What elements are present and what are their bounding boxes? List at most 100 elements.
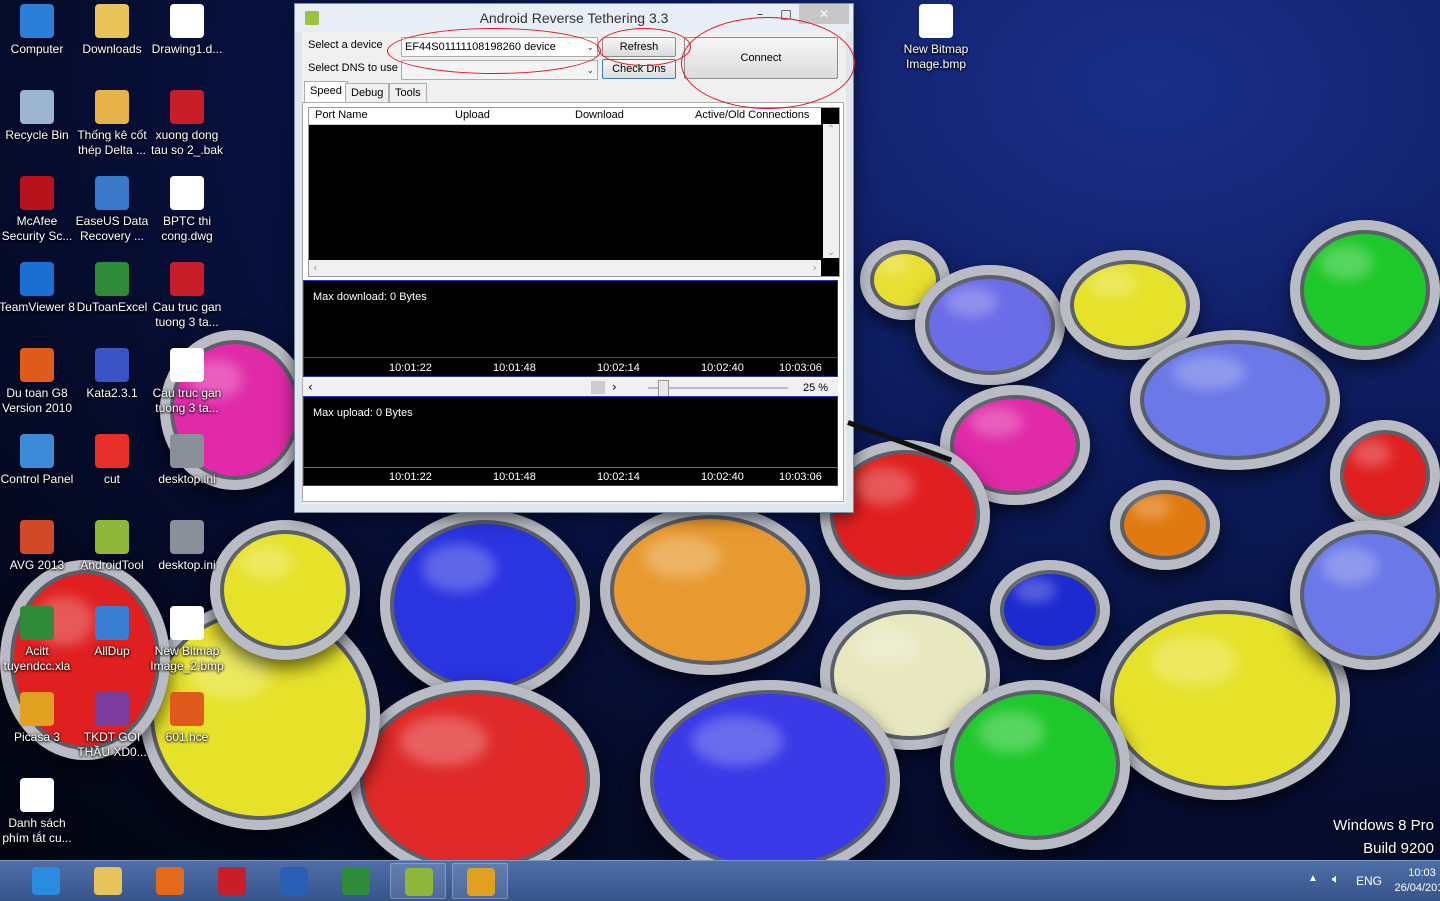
taskbar-button[interactable] [142, 863, 198, 899]
zoom-slider-track [648, 387, 788, 389]
desktop-icon[interactable]: New Bitmap Image_2.bmp [149, 606, 225, 674]
time-label: 10:03:06 [779, 471, 822, 483]
firefox-icon [156, 867, 184, 895]
desktop-icon[interactable]: Picasa 3 [0, 692, 75, 745]
scroll-right-icon[interactable]: › [813, 261, 817, 274]
desktop-icon[interactable]: TeamViewer 8 [0, 262, 75, 315]
zoom-slider-thumb[interactable] [658, 380, 669, 397]
alldup-icon [95, 606, 129, 640]
taskbar-button[interactable] [266, 863, 322, 899]
taskbar-button[interactable] [328, 863, 384, 899]
desktop-icon[interactable]: cut [74, 434, 150, 487]
check-dns-button[interactable]: Check Dns [602, 59, 676, 79]
desktop-icon-label: desktop.ini [158, 558, 216, 572]
zoom-slider[interactable] [648, 380, 788, 397]
time-label: 10:01:48 [493, 362, 536, 374]
android-icon [405, 868, 433, 896]
scroll-left-icon[interactable]: ‹ [308, 380, 313, 394]
grid-vertical-scrollbar[interactable]: ⌃ ⌄ [823, 124, 839, 258]
maximize-button[interactable]: □ [773, 4, 799, 24]
paint-can [600, 505, 820, 675]
input-language[interactable]: ENG [1356, 874, 1382, 888]
desktop-icon[interactable]: McAfee Security Sc... [0, 176, 75, 244]
zoom-value: 25 % [803, 382, 829, 394]
taskbar-button[interactable] [80, 863, 136, 899]
upload-graph: Max upload: 0 Bytes 10:01:22 10:01:48 10… [303, 396, 838, 486]
excel-shortcut-icon [95, 262, 129, 296]
scroll-right-icon[interactable]: › [612, 380, 617, 394]
clock-date: 26/04/2013 [1394, 882, 1440, 894]
refresh-button[interactable]: Refresh [602, 37, 676, 57]
desktop-icon[interactable]: Cau truc gan tuong 3 ta... [149, 348, 225, 416]
time-label: 10:02:14 [597, 471, 640, 483]
taskbar: ▲ 🔈︎ ENG 10:03 26/04/2013 [0, 860, 1440, 901]
title-bar[interactable]: Android Reverse Tethering 3.3 – □ ✕ [295, 4, 853, 32]
connections-grid[interactable]: Port Name Upload Download Active/Old Con… [308, 107, 840, 277]
volume-icon[interactable]: 🔈︎ [1332, 871, 1340, 887]
du-toan-icon [20, 348, 54, 382]
avg-icon [20, 520, 54, 554]
desktop-icon-label: Picasa 3 [13, 730, 61, 744]
desktop-icon[interactable]: DuToanExcel [74, 262, 150, 315]
tab-tools[interactable]: Tools [389, 83, 427, 102]
taskbar-button[interactable] [18, 863, 74, 899]
excel-addin-icon [20, 606, 54, 640]
dns-select[interactable]: ⌄ [401, 60, 598, 80]
close-button[interactable]: ✕ [799, 4, 849, 24]
desktop-icon[interactable]: 601.hce [149, 692, 225, 745]
connect-button[interactable]: Connect [684, 37, 838, 79]
select-device-label: Select a device [308, 39, 383, 51]
desktop-icon[interactable]: Thống kê cốt thép Delta ... [74, 90, 150, 158]
desktop-icon[interactable]: New Bitmap Image.bmp [898, 4, 974, 72]
taskbar-button[interactable] [390, 863, 446, 899]
desktop-icon[interactable]: xuong dong tau so 2_.bak [149, 90, 225, 158]
app-window[interactable]: Android Reverse Tethering 3.3 – □ ✕ Sele… [294, 3, 855, 513]
autocad-icon [170, 262, 204, 296]
hce-file-icon [170, 692, 204, 726]
paint-can [380, 510, 590, 700]
desktop-icon[interactable]: TKDT GÓI THẦU XD0... [74, 692, 150, 760]
show-hidden-icons-icon[interactable]: ▲ [1308, 873, 1318, 884]
taskbar-button[interactable] [452, 863, 508, 899]
taskbar-button[interactable] [204, 863, 260, 899]
minimize-button[interactable]: – [747, 4, 773, 24]
scroll-up-icon[interactable]: ⌃ [823, 124, 839, 135]
desktop-icon-label: Kata2.3.1 [86, 386, 138, 400]
desktop-icon[interactable]: Drawing1.d... [149, 4, 225, 57]
desktop-icon[interactable]: Kata2.3.1 [74, 348, 150, 401]
desktop-icon[interactable]: Control Panel [0, 434, 75, 487]
clock[interactable]: 10:03 26/04/2013 [1390, 866, 1440, 896]
desktop-icon[interactable]: desktop.ini [149, 434, 225, 487]
paint-can [1290, 520, 1440, 670]
desktop-icon[interactable]: Recycle Bin [0, 90, 75, 143]
desktop-icon[interactable]: EaseUS Data Recovery ... [74, 176, 150, 244]
desktop-icon-label: Du toan G8 Version 2010 [1, 386, 73, 415]
desktop-icon[interactable]: desktop.ini [149, 520, 225, 573]
desktop-icon[interactable]: Cau truc gan tuong 3 ta... [149, 262, 225, 330]
column-upload[interactable]: Upload [455, 109, 490, 121]
tab-speed[interactable]: Speed [304, 81, 348, 103]
desktop-icon[interactable]: Downloads [74, 4, 150, 57]
chevron-down-icon: ⌄ [586, 65, 594, 75]
desktop-icon[interactable]: Acitt tuyendcc.xla [0, 606, 75, 674]
recycle-bin-icon [20, 90, 54, 124]
column-connections[interactable]: Active/Old Connections [695, 109, 809, 121]
cut-icon [95, 434, 129, 468]
desktop-icon-label: desktop.ini [158, 472, 216, 486]
tab-debug[interactable]: Debug [345, 83, 390, 102]
desktop-icon[interactable]: AllDup [74, 606, 150, 659]
desktop-icon[interactable]: AVG 2013 [0, 520, 75, 573]
desktop-icon[interactable]: AndroidTool [74, 520, 150, 573]
scroll-down-icon[interactable]: ⌄ [823, 247, 839, 258]
column-download[interactable]: Download [575, 109, 624, 121]
device-select[interactable]: EF44S01111108198260 device ⌄ [401, 37, 598, 57]
scroll-left-icon[interactable]: ‹ [313, 261, 317, 274]
column-port-name[interactable]: Port Name [315, 109, 368, 121]
desktop-icon[interactable]: BPTC thi cong.dwg [149, 176, 225, 244]
grid-horizontal-scrollbar[interactable]: ‹ › [309, 260, 821, 276]
desktop-icon[interactable]: Du toan G8 Version 2010 [0, 348, 75, 416]
desktop-icon[interactable]: Danh sách phím tắt cu... [0, 778, 75, 846]
desktop-icon[interactable]: Computer [0, 4, 75, 57]
timeline-scrollbar-thumb[interactable] [591, 381, 605, 394]
windows-watermark: Windows 8 Pro Build 9200 [1333, 814, 1434, 860]
